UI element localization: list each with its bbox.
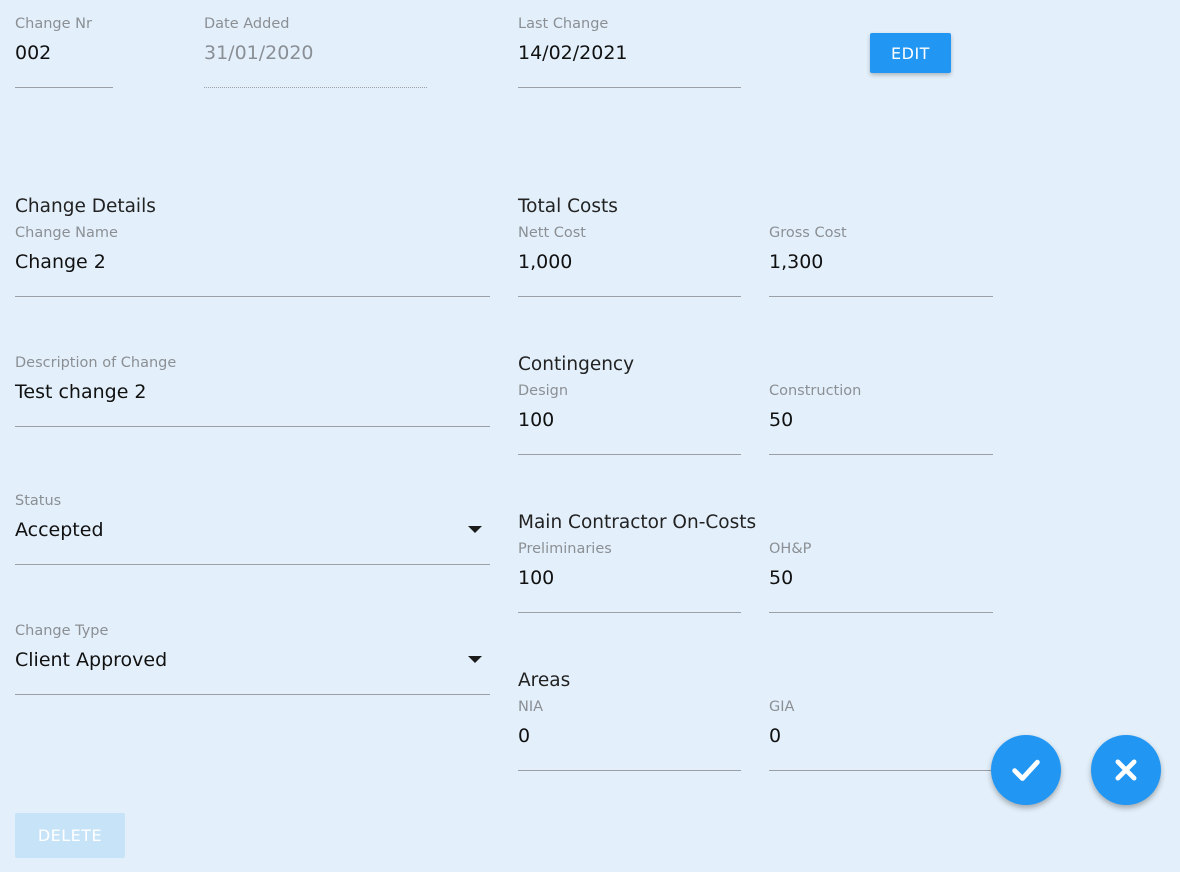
areas-title: Areas — [518, 670, 571, 691]
date-added-field: Date Added 31/01/2020 — [204, 16, 427, 90]
change-type-select[interactable]: Change Type Client Approved — [15, 623, 490, 697]
change-nr-value[interactable]: 002 — [15, 42, 51, 64]
date-added-value: 31/01/2020 — [204, 42, 314, 64]
nett-cost-label: Nett Cost — [518, 225, 586, 241]
last-change-field[interactable]: Last Change 14/02/2021 — [518, 16, 741, 90]
construction-underline — [769, 454, 993, 455]
delete-button: DELETE — [15, 813, 125, 858]
description-label: Description of Change — [15, 355, 177, 371]
change-name-underline — [15, 296, 490, 297]
gross-cost-value[interactable]: 1,300 — [769, 251, 823, 273]
construction-field[interactable]: Construction 50 — [769, 383, 993, 457]
ohp-underline — [769, 612, 993, 613]
change-details-title: Change Details — [15, 196, 156, 217]
gia-underline — [769, 770, 993, 771]
date-added-label: Date Added — [204, 16, 290, 32]
close-icon — [1115, 759, 1137, 781]
check-icon — [1012, 759, 1040, 781]
change-name-input[interactable]: Change 2 — [15, 251, 106, 273]
change-name-label: Change Name — [15, 225, 118, 241]
gross-cost-underline — [769, 296, 993, 297]
change-type-label: Change Type — [15, 623, 109, 639]
change-type-value[interactable]: Client Approved — [15, 649, 167, 671]
gia-label: GIA — [769, 699, 795, 715]
design-label: Design — [518, 383, 569, 399]
preliminaries-label: Preliminaries — [518, 541, 612, 557]
ohp-input[interactable]: 50 — [769, 567, 793, 589]
contingency-title: Contingency — [518, 354, 635, 375]
nia-input[interactable]: 0 — [518, 725, 530, 747]
description-underline — [15, 426, 490, 427]
nia-underline — [518, 770, 741, 771]
design-field[interactable]: Design 100 — [518, 383, 741, 457]
total-costs-title: Total Costs — [518, 196, 618, 217]
gia-input[interactable]: 0 — [769, 725, 781, 747]
preliminaries-underline — [518, 612, 741, 613]
description-field[interactable]: Description of Change Test change 2 — [15, 355, 490, 429]
nia-label: NIA — [518, 699, 544, 715]
gross-cost-field[interactable]: Gross Cost 1,300 — [769, 225, 993, 299]
last-change-underline — [518, 87, 741, 88]
ohp-field[interactable]: OH&P 50 — [769, 541, 993, 615]
confirm-button[interactable] — [991, 735, 1061, 805]
status-select[interactable]: Status Accepted — [15, 493, 490, 567]
gia-field[interactable]: GIA 0 — [769, 699, 993, 773]
last-change-label: Last Change — [518, 16, 609, 32]
status-value[interactable]: Accepted — [15, 519, 104, 541]
status-underline — [15, 564, 490, 565]
date-added-underline — [204, 87, 427, 88]
construction-input[interactable]: 50 — [769, 409, 793, 431]
change-nr-underline — [15, 87, 113, 88]
on-costs-title: Main Contractor On-Costs — [518, 512, 757, 533]
design-underline — [518, 454, 741, 455]
ohp-label: OH&P — [769, 541, 812, 557]
nett-cost-field[interactable]: Nett Cost 1,000 — [518, 225, 741, 299]
dropdown-arrow-icon[interactable] — [468, 526, 482, 533]
gross-cost-label: Gross Cost — [769, 225, 847, 241]
nett-cost-underline — [518, 296, 741, 297]
nia-field[interactable]: NIA 0 — [518, 699, 741, 773]
change-name-field[interactable]: Change Name Change 2 — [15, 225, 490, 299]
design-input[interactable]: 100 — [518, 409, 554, 431]
construction-label: Construction — [769, 383, 862, 399]
nett-cost-value[interactable]: 1,000 — [518, 251, 572, 273]
cancel-button[interactable] — [1091, 735, 1161, 805]
change-type-underline — [15, 694, 490, 695]
change-nr-field[interactable]: Change Nr 002 — [15, 16, 113, 90]
preliminaries-input[interactable]: 100 — [518, 567, 554, 589]
dropdown-arrow-icon[interactable] — [468, 656, 482, 663]
last-change-value[interactable]: 14/02/2021 — [518, 42, 628, 64]
description-input[interactable]: Test change 2 — [15, 381, 147, 403]
change-nr-label: Change Nr — [15, 16, 92, 32]
status-label: Status — [15, 493, 62, 509]
edit-button[interactable]: EDIT — [870, 33, 951, 73]
preliminaries-field[interactable]: Preliminaries 100 — [518, 541, 741, 615]
